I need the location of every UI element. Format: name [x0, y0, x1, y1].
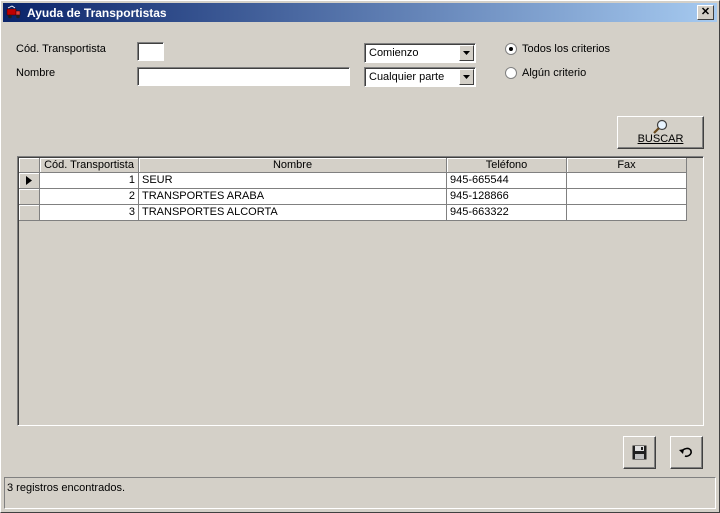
table-cell-telefono[interactable]: 945-128866 [447, 189, 567, 205]
table-cell-nombre[interactable]: SEUR [139, 173, 447, 189]
row-selector[interactable] [19, 189, 40, 205]
table-cell-telefono[interactable]: 945-665544 [447, 173, 567, 189]
radio-all-criteria[interactable] [505, 43, 517, 55]
cod-match-dropdown-button[interactable] [459, 45, 474, 61]
column-header-cod[interactable]: Cód. Transportista [40, 158, 139, 173]
grid-corner-cell [19, 158, 40, 173]
search-button[interactable]: BUSCAR [617, 116, 704, 149]
close-button[interactable]: ✕ [697, 5, 714, 20]
row-selector[interactable] [19, 173, 40, 189]
row-selector[interactable] [19, 205, 40, 221]
cod-transportista-label: Cód. Transportista [16, 43, 106, 55]
search-button-label: BUSCAR [637, 133, 684, 145]
table-cell-nombre[interactable]: TRANSPORTES ALCORTA [139, 205, 447, 221]
cod-match-select[interactable]: Comienzo [364, 43, 476, 63]
table-cell-fax[interactable] [567, 205, 687, 221]
status-bar: 3 registros encontrados. [4, 477, 716, 509]
floppy-disk-icon [632, 445, 647, 460]
nombre-input[interactable] [137, 67, 350, 86]
window-title: Ayuda de Transportistas [27, 6, 167, 20]
table-cell-nombre[interactable]: TRANSPORTES ARABA [139, 189, 447, 205]
nombre-label: Nombre [16, 67, 56, 79]
any-criteria-label[interactable]: Algún criterio [522, 67, 586, 79]
current-row-arrow-icon [26, 176, 32, 185]
results-grid[interactable]: Cód. Transportista Nombre Teléfono Fax 1… [17, 156, 704, 426]
table-cell-cod[interactable]: 1 [40, 173, 139, 189]
dialog-window: Ayuda de Transportistas ✕ Cód. Transport… [0, 0, 720, 513]
column-header-telefono[interactable]: Teléfono [447, 158, 567, 173]
table-cell-fax[interactable] [567, 173, 687, 189]
undo-button[interactable] [670, 436, 703, 469]
title-bar[interactable]: Ayuda de Transportistas ✕ [3, 3, 717, 22]
table-cell-telefono[interactable]: 945-663322 [447, 205, 567, 221]
chevron-down-icon [463, 51, 470, 55]
radio-any-criteria[interactable] [505, 67, 517, 79]
table-cell-cod[interactable]: 2 [40, 189, 139, 205]
table-cell-cod[interactable]: 3 [40, 205, 139, 221]
truck-app-icon [6, 5, 21, 19]
cod-transportista-input[interactable] [137, 42, 164, 61]
undo-arrow-icon [679, 447, 692, 458]
all-criteria-label[interactable]: Todos los criterios [522, 43, 610, 55]
status-text: 3 registros encontrados. [7, 482, 126, 494]
close-icon: ✕ [700, 6, 711, 18]
chevron-down-icon [463, 75, 470, 79]
table-cell-fax[interactable] [567, 189, 687, 205]
column-header-fax[interactable]: Fax [567, 158, 687, 173]
nombre-match-select[interactable]: Cualquier parte [364, 67, 476, 87]
column-header-nombre[interactable]: Nombre [139, 158, 447, 173]
nombre-match-dropdown-button[interactable] [459, 69, 474, 85]
nombre-match-value: Cualquier parte [369, 71, 445, 83]
cod-match-value: Comienzo [369, 47, 419, 59]
save-button[interactable] [623, 436, 656, 469]
